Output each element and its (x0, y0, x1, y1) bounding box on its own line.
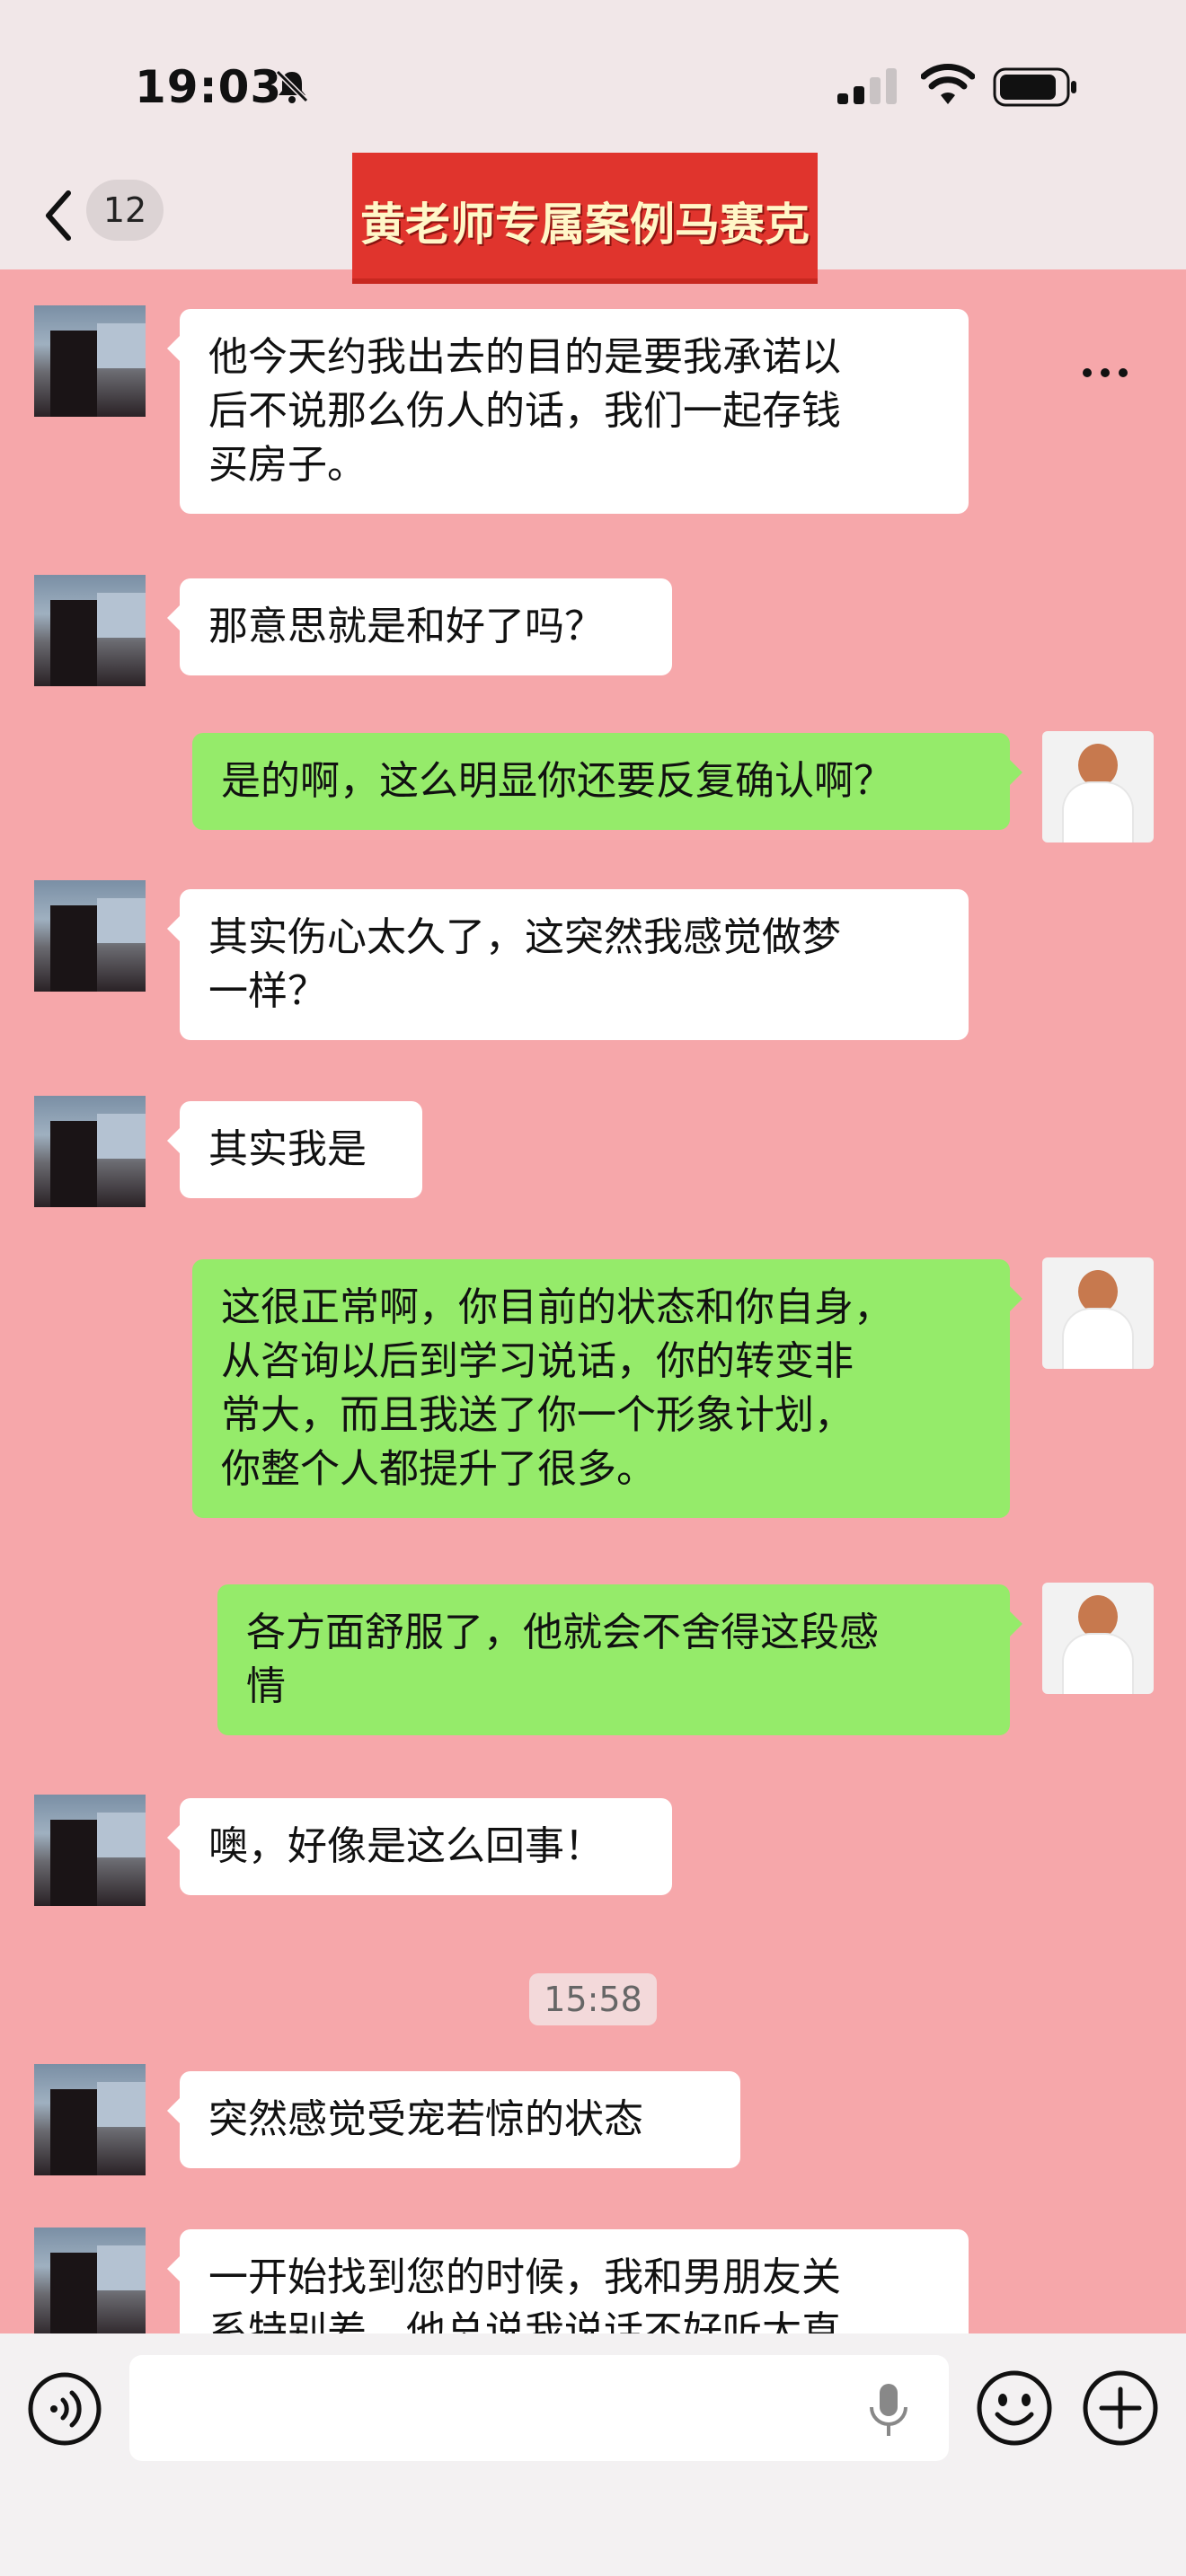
battery-icon (993, 67, 1076, 107)
message-timestamp: 15:58 (529, 1973, 657, 2025)
contact-avatar[interactable] (34, 575, 146, 686)
contact-avatar[interactable] (34, 880, 146, 992)
chevron-left-icon[interactable] (36, 184, 81, 247)
message-input[interactable] (129, 2355, 949, 2461)
self-avatar[interactable] (1042, 731, 1154, 842)
plus-icon[interactable] (1082, 2369, 1159, 2447)
contact-avatar[interactable] (34, 305, 146, 417)
message-bubble-incoming[interactable]: 其实伤心太久了，这突然我感觉做梦 一样？ (167, 889, 969, 1040)
contact-avatar[interactable] (34, 1795, 146, 1906)
emoji-icon[interactable] (976, 2369, 1053, 2447)
mic-icon[interactable] (864, 2382, 913, 2439)
message-bubble-incoming[interactable]: 他今天约我出去的目的是要我承诺以 后不说那么伤人的话，我们一起存钱 买房子。 (167, 309, 969, 514)
signal-icon (837, 68, 897, 104)
contact-avatar[interactable] (34, 2228, 146, 2339)
more-icon[interactable] (1078, 364, 1132, 382)
message-bubble-outgoing[interactable]: 是的啊，这么明显你还要反复确认啊？ (192, 733, 1022, 830)
bell-slash-icon (275, 69, 309, 103)
status-time: 19:03 (135, 61, 283, 113)
wifi-icon (921, 64, 975, 104)
contact-avatar[interactable] (34, 2064, 146, 2175)
message-bubble-incoming[interactable]: 突然感觉受宠若惊的状态 (167, 2071, 740, 2168)
message-bubble-outgoing[interactable]: 这很正常啊，你目前的状态和你自身， 从咨询以后到学习说话，你的转变非 常大，而且… (192, 1259, 1022, 1518)
voice-icon[interactable] (27, 2371, 102, 2447)
message-bubble-incoming[interactable]: 噢，好像是这么回事！ (167, 1798, 672, 1895)
self-avatar[interactable] (1042, 1583, 1154, 1694)
status-bar: 19:03 (0, 0, 1186, 162)
contact-avatar[interactable] (34, 1096, 146, 1207)
self-avatar[interactable] (1042, 1257, 1154, 1369)
banner-title: 黄老师专属案例马赛克 (360, 198, 810, 251)
message-bubble-incoming[interactable]: 其实我是 (167, 1101, 422, 1198)
message-bubble-outgoing[interactable]: 各方面舒服了，他就会不舍得这段感 情 (217, 1584, 1022, 1735)
case-title-banner: 黄老师专属案例马赛克 (352, 153, 818, 284)
message-bubble-incoming[interactable]: 那意思就是和好了吗？ (167, 578, 672, 675)
unread-count-badge[interactable]: 12 (86, 180, 164, 241)
